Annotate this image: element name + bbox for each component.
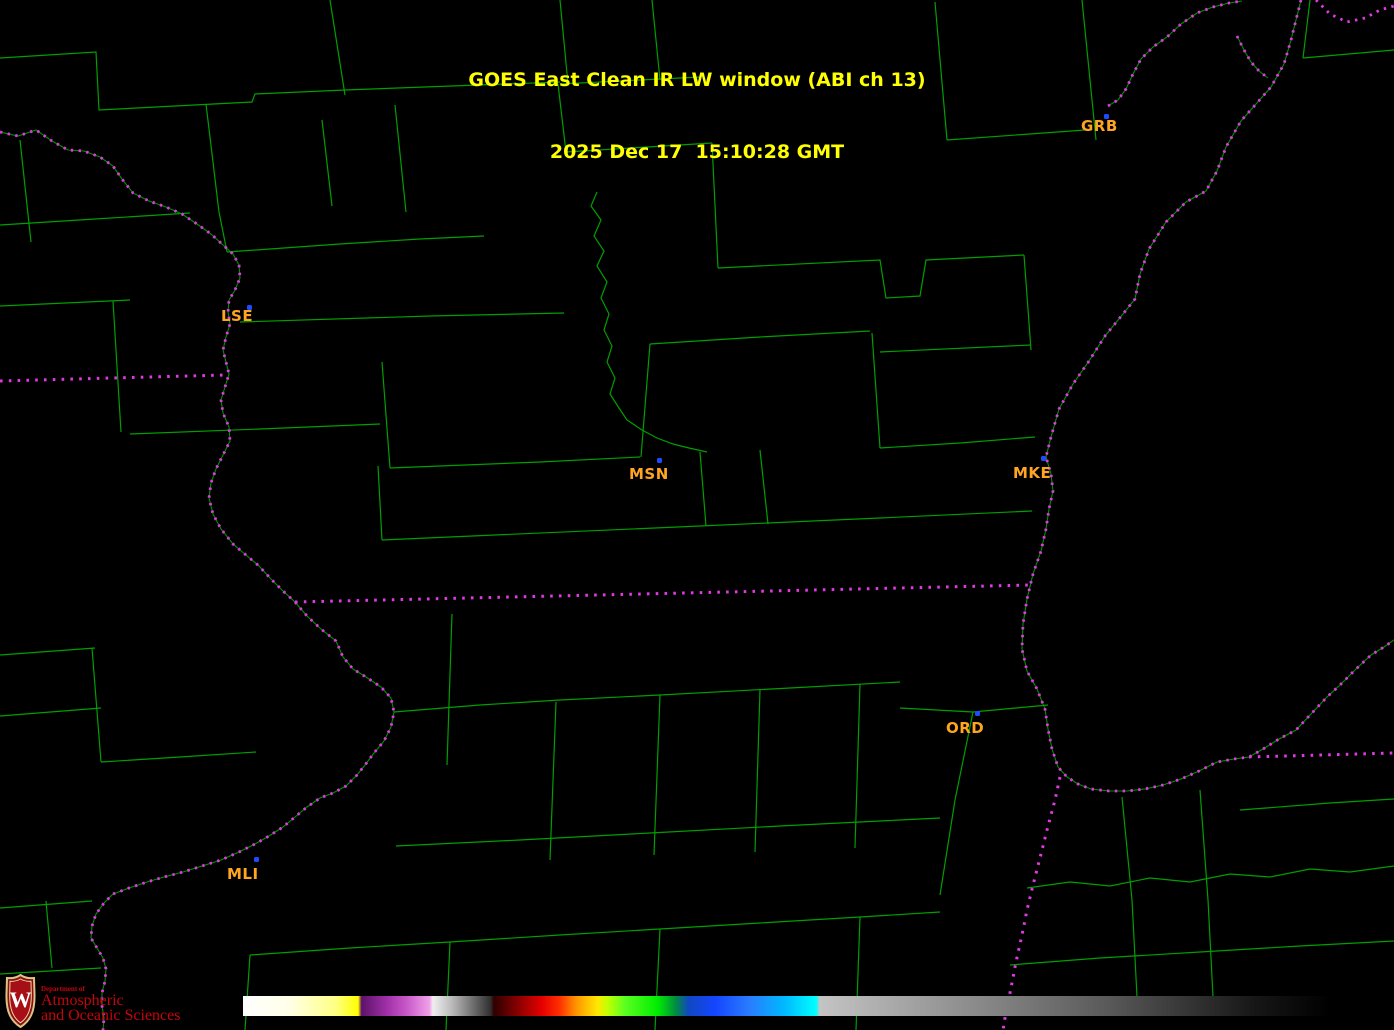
- city-marker-msn: [657, 458, 662, 463]
- logo-atmospheric: Atmospheric: [41, 993, 180, 1008]
- il-in-border-horizontal: [1249, 753, 1394, 757]
- satellite-image-viewer: GOES East Clean IR LW window (ABI ch 13)…: [0, 0, 1394, 1030]
- upper-michigan-shore: [1316, 0, 1394, 22]
- wi-il-border: [295, 585, 1030, 602]
- city-label-grb: GRB: [1081, 117, 1118, 135]
- title-line-1: GOES East Clean IR LW window (ABI ch 13): [0, 68, 1394, 92]
- city-marker-ord: [975, 711, 980, 716]
- mississippi-river-lower: [91, 602, 394, 1030]
- city-label-mke: MKE: [1013, 464, 1051, 482]
- city-label-lse: LSE: [221, 307, 253, 325]
- city-marker-mli: [254, 857, 259, 862]
- uw-crest-icon: W: [5, 974, 36, 1028]
- title-line-2: 2025 Dec 17 15:10:28 GMT: [0, 140, 1394, 164]
- mn-ia-border: [0, 375, 225, 381]
- city-label-msn: MSN: [629, 465, 669, 483]
- temperature-colorbar: [243, 996, 1394, 1016]
- uw-aos-logo: W Department of Atmospheric and Oceanic …: [5, 974, 180, 1028]
- logo-text: Department of Atmospheric and Oceanic Sc…: [41, 974, 180, 1024]
- svg-text:W: W: [10, 987, 32, 1012]
- city-label-ord: ORD: [946, 719, 984, 737]
- il-in-border-vertical: [1003, 777, 1060, 1030]
- city-marker-mke: [1041, 456, 1046, 461]
- city-label-mli: MLI: [227, 865, 259, 883]
- image-title: GOES East Clean IR LW window (ABI ch 13)…: [0, 20, 1394, 212]
- logo-oceanic-sciences: and Oceanic Sciences: [41, 1008, 180, 1024]
